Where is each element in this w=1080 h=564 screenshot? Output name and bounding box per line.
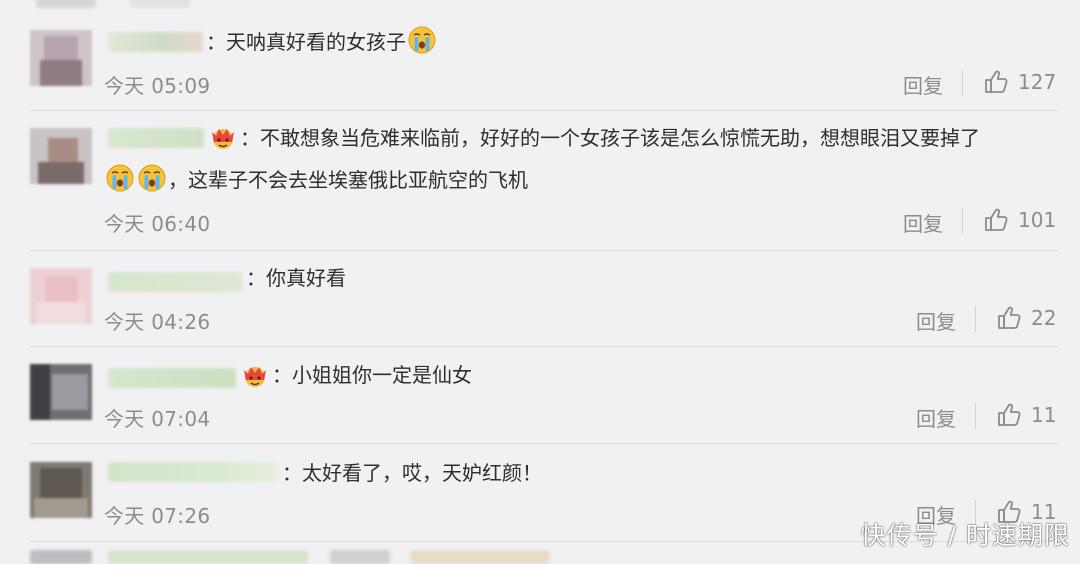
action-divider	[975, 403, 976, 429]
divider	[30, 443, 1058, 444]
avatar[interactable]	[30, 30, 92, 86]
action-divider	[962, 70, 963, 96]
comment-text: ：不敢想象当危难来临前，好好的一个女孩子该是怎么惊慌无助，想想眼泪又要掉了	[240, 126, 980, 150]
action-divider	[962, 208, 963, 234]
crown-badge-icon	[208, 124, 238, 152]
divider	[30, 110, 1058, 111]
reply-button[interactable]: 回复	[903, 208, 943, 237]
avatar[interactable]	[30, 364, 92, 420]
username[interactable]	[108, 272, 242, 292]
crying-face-emoji	[137, 163, 167, 193]
avatar[interactable]	[30, 128, 92, 184]
comment-text: ：天呐真好看的女孩子	[206, 22, 438, 62]
comment-text: ：你真好看	[246, 266, 346, 290]
avatar[interactable]	[30, 268, 92, 324]
watermark: 快传号 / 时速期限	[860, 521, 1070, 550]
avatar[interactable]	[30, 462, 92, 518]
previous-comment-fragment	[0, 0, 1080, 14]
reply-button[interactable]: 回复	[916, 403, 956, 432]
comment-time: 今天 04:26	[104, 310, 211, 334]
thumbs-up-icon[interactable]	[983, 69, 1009, 95]
divider	[30, 250, 1058, 251]
crying-face-emoji	[407, 25, 437, 55]
username[interactable]	[108, 462, 278, 482]
like-count: 127	[1018, 70, 1057, 94]
username[interactable]	[108, 368, 236, 388]
action-divider	[975, 306, 976, 332]
comment-text: ：太好看了，哎，天妒红颜！	[282, 461, 542, 485]
comment-time: 今天 06:40	[104, 212, 211, 236]
thumbs-up-icon[interactable]	[996, 402, 1022, 428]
like-count: 22	[1031, 306, 1057, 330]
crown-badge-icon	[240, 362, 270, 390]
thumbs-up-icon[interactable]	[983, 207, 1009, 233]
comment-time: 今天 07:26	[104, 504, 211, 528]
crying-face-emoji	[105, 163, 135, 193]
thumbs-up-icon[interactable]	[996, 305, 1022, 331]
comment-time: 今天 07:04	[104, 407, 211, 431]
reply-button[interactable]: 回复	[916, 306, 956, 335]
reply-button[interactable]: 回复	[903, 70, 943, 99]
comment-time: 今天 05:09	[104, 74, 211, 98]
username[interactable]	[108, 32, 203, 52]
like-count: 101	[1018, 208, 1057, 232]
comment-text: ：小姐姐你一定是仙女	[272, 363, 472, 387]
username[interactable]	[108, 128, 204, 148]
comment-text-continued: ，这辈子不会去坐埃塞俄比亚航空的飞机	[104, 160, 528, 200]
like-count: 11	[1031, 403, 1057, 427]
divider	[30, 346, 1058, 347]
